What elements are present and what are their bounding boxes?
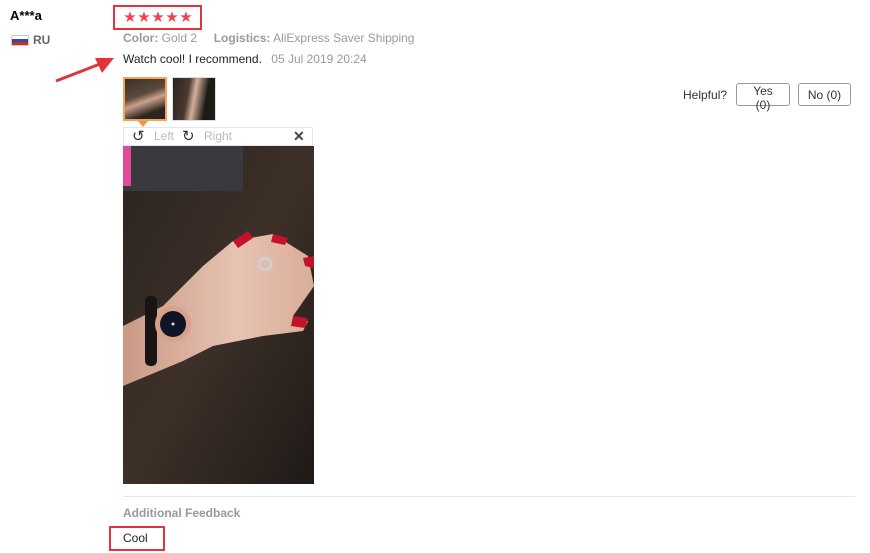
review-line: Watch cool! I recommend. 05 Jul 2019 20:… <box>123 52 367 66</box>
reviewer-name: A***a <box>10 8 42 23</box>
helpful-no-button[interactable]: No (0) <box>798 83 851 106</box>
color-label: Color: <box>123 31 159 45</box>
logistics-value: AliExpress Saver Shipping <box>273 31 415 45</box>
star-icon: ★ <box>123 9 137 26</box>
additional-feedback-label: Additional Feedback <box>123 506 241 520</box>
logistics-label: Logistics: <box>213 31 271 45</box>
star-icon: ★ <box>165 9 179 26</box>
reviewer-country: RU <box>33 33 51 47</box>
review-photo-large <box>123 146 314 484</box>
star-rating: ★★★★★ <box>123 8 193 26</box>
additional-feedback-text: Cool <box>123 531 148 545</box>
annotation-arrow-icon <box>55 58 114 83</box>
star-icon: ★ <box>179 9 193 26</box>
order-meta: Color: Gold 2 Logistics: AliExpress Save… <box>123 31 414 45</box>
star-icon: ★ <box>151 9 165 26</box>
russia-flag-icon <box>11 35 29 46</box>
rotate-right-icon[interactable]: ↻ <box>182 127 195 145</box>
rotate-right-button[interactable]: Right <box>204 129 232 143</box>
color-value: Gold 2 <box>161 31 198 45</box>
helpful-label: Helpful? <box>683 88 728 102</box>
review-photo-thumbnail-2[interactable] <box>172 77 216 121</box>
helpful-yes-button[interactable]: Yes (0) <box>736 83 790 112</box>
review-text: Watch cool! I recommend. <box>123 52 262 66</box>
divider <box>123 496 855 497</box>
close-icon[interactable]: ✕ <box>293 128 305 145</box>
star-icon: ★ <box>137 9 151 26</box>
rotate-left-button[interactable]: Left <box>154 129 174 143</box>
review-photo-thumbnail-1[interactable] <box>123 77 167 121</box>
review-date: 05 Jul 2019 20:24 <box>271 52 367 66</box>
rotate-left-icon[interactable]: ↺ <box>132 127 145 145</box>
